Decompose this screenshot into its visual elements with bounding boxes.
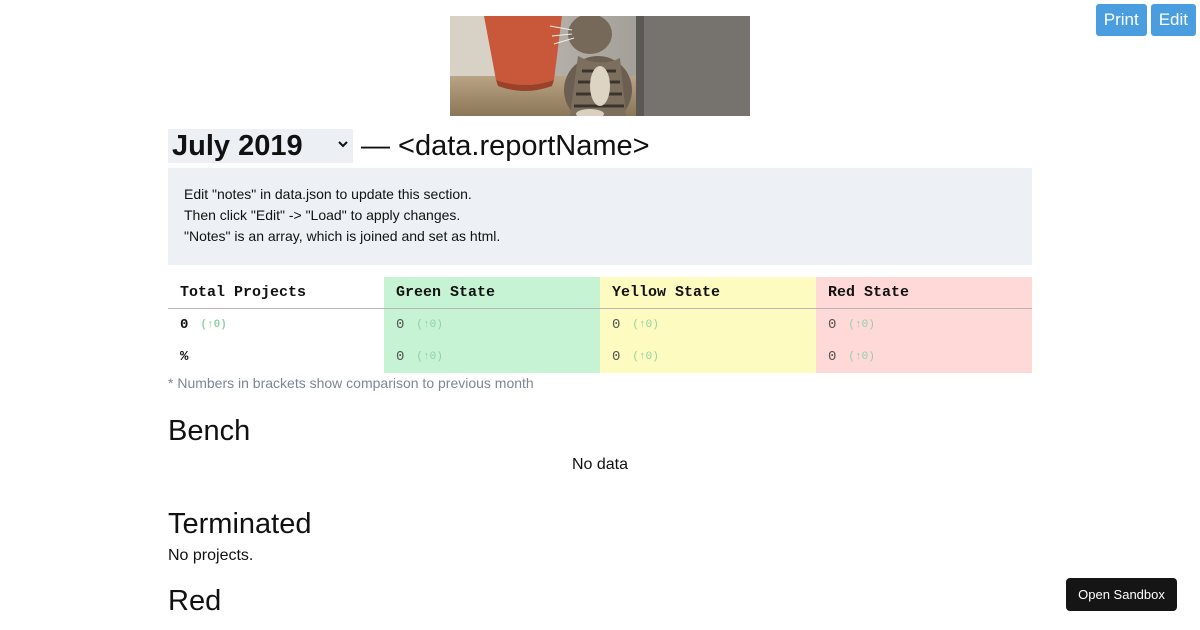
- table-cell: 0 (↑0): [384, 341, 600, 373]
- top-toolbar: Print Edit: [1095, 4, 1196, 36]
- red-state-header: Red State: [816, 277, 1032, 309]
- cell-value: %: [180, 349, 189, 365]
- cell-value: 0: [612, 317, 621, 333]
- table-cell: %: [168, 341, 384, 373]
- red-state-column: Red State 0 (↑0) 0 (↑0): [816, 277, 1032, 373]
- cell-delta: (↑0): [200, 319, 227, 331]
- cell-value: 0: [396, 317, 405, 333]
- yellow-state-header: Yellow State: [600, 277, 816, 309]
- total-projects-header: Total Projects: [168, 277, 384, 309]
- green-state-column: Green State 0 (↑0) 0 (↑0): [384, 277, 600, 373]
- report-page: Print Edit July 2019 — <data.reportName>…: [0, 0, 1200, 630]
- chevron-down-icon: [338, 141, 348, 148]
- notes-line: Then click "Edit" -> "Load" to apply cha…: [184, 207, 461, 223]
- cell-delta: (↑0): [416, 319, 443, 331]
- terminated-section-title: Terminated: [168, 508, 312, 540]
- notes-line: "Notes" is an array, which is joined and…: [184, 228, 501, 244]
- cell-delta: (↑0): [632, 319, 659, 331]
- yellow-state-column: Yellow State 0 (↑0) 0 (↑0): [600, 277, 816, 373]
- notes-line: Edit "notes" in data.json to update this…: [184, 186, 472, 202]
- print-button[interactable]: Print: [1095, 4, 1147, 36]
- open-sandbox-button[interactable]: Open Sandbox: [1066, 578, 1177, 611]
- table-cell: 0 (↑0): [168, 309, 384, 341]
- header-cat-photo: [450, 16, 750, 116]
- cell-delta: (↑0): [632, 351, 659, 363]
- bench-empty-message: No data: [571, 456, 629, 473]
- comparison-footnote: * Numbers in brackets show comparison to…: [168, 375, 534, 391]
- total-projects-column: Total Projects 0 (↑0) %: [168, 277, 384, 373]
- table-cell: 0 (↑0): [816, 309, 1032, 341]
- report-content: July 2019 — <data.reportName> Edit "note…: [168, 128, 1032, 618]
- cell-value: 0: [828, 317, 837, 333]
- cell-value: 0: [828, 349, 837, 365]
- table-cell: 0 (↑0): [600, 309, 816, 341]
- project-state-table: Total Projects 0 (↑0) % Green State 0 (↑…: [168, 277, 1032, 373]
- cell-delta: (↑0): [848, 351, 875, 363]
- cat-photo-illustration: [450, 16, 750, 116]
- bench-section-title: Bench: [168, 415, 251, 447]
- table-cell: 0 (↑0): [816, 341, 1032, 373]
- report-title-row: July 2019 — <data.reportName>: [168, 128, 1032, 164]
- red-section-title: Red: [168, 585, 222, 617]
- report-name-title: — <data.reportName>: [361, 129, 650, 162]
- table-cell: 0 (↑0): [600, 341, 816, 373]
- cell-value: 0: [180, 317, 189, 333]
- edit-button[interactable]: Edit: [1150, 4, 1196, 36]
- terminated-empty-message: No projects.: [168, 547, 254, 564]
- notes-panel: Edit "notes" in data.json to update this…: [168, 168, 1032, 265]
- month-select[interactable]: July 2019: [168, 129, 353, 163]
- cell-delta: (↑0): [848, 319, 875, 331]
- cell-value: 0: [396, 349, 405, 365]
- cell-delta: (↑0): [416, 351, 443, 363]
- month-select-value: July 2019: [172, 129, 303, 162]
- table-cell: 0 (↑0): [384, 309, 600, 341]
- cell-value: 0: [612, 349, 621, 365]
- green-state-header: Green State: [384, 277, 600, 309]
